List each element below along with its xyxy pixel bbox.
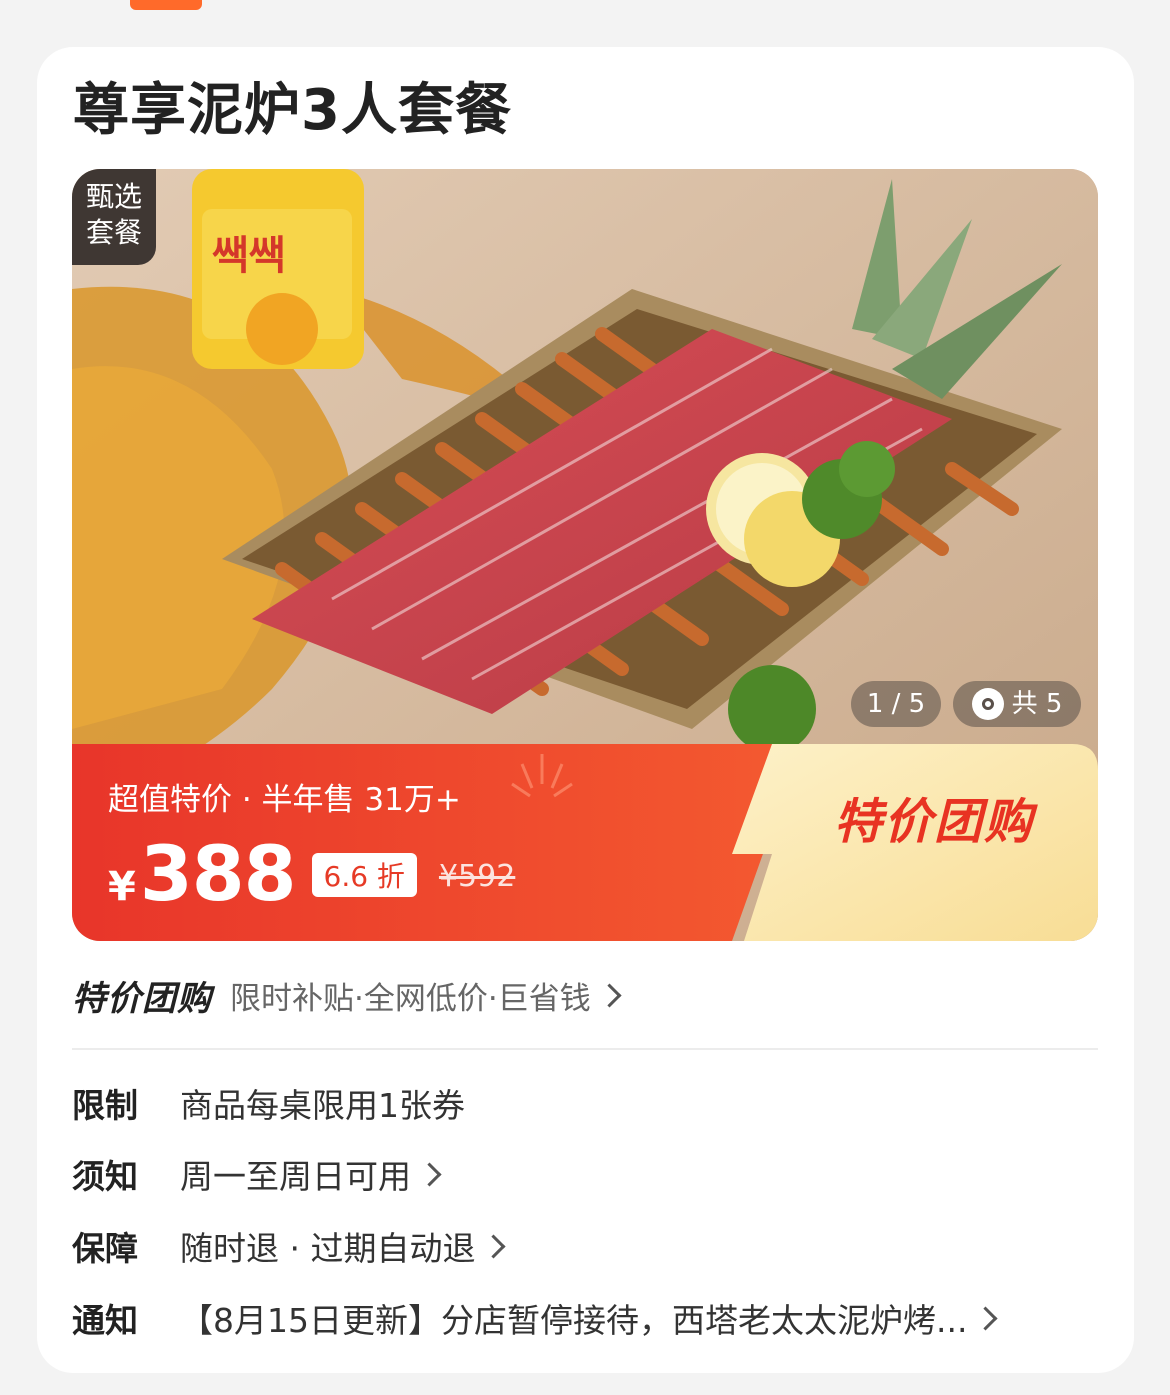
special-group-buy-link[interactable]: 特价团购 限时补贴·全网低价·巨省钱 bbox=[72, 967, 622, 1023]
svg-text:쌕쌕: 쌕쌕 bbox=[212, 233, 286, 279]
photo-album-button[interactable]: 共 5 bbox=[953, 681, 1081, 727]
chevron-right-icon bbox=[597, 982, 622, 1008]
sale-summary: 超值特价 · 半年售 31万+ bbox=[108, 782, 461, 818]
photo-count-label: 共 5 bbox=[1011, 689, 1063, 719]
info-row-notice[interactable]: 须知 周一至周日可用 bbox=[72, 1148, 442, 1200]
info-label: 限制 bbox=[72, 1086, 138, 1125]
discount-badge: 6.6 折 bbox=[311, 853, 417, 897]
chevron-right-icon bbox=[481, 1233, 507, 1259]
chevron-right-icon bbox=[973, 1305, 998, 1331]
info-value: 随时退 · 过期自动退 bbox=[180, 1229, 476, 1268]
info-row-guarantee[interactable]: 保障 随时退 · 过期自动退 bbox=[72, 1220, 507, 1272]
image-counter: 1 / 5 bbox=[851, 681, 941, 727]
chevron-right-icon bbox=[417, 1161, 442, 1187]
featured-set-badge: 甄选 套餐 bbox=[72, 169, 156, 265]
info-value: 周一至周日可用 bbox=[180, 1157, 411, 1196]
deal-title: 尊享泥炉3人套餐 bbox=[73, 78, 512, 143]
deal-card: 尊享泥炉3人套餐 쌕쌕 甄选 套餐 1 / 5 共 5 超值特价 · 半年售 3… bbox=[37, 47, 1134, 1373]
info-row-limit: 限制 商品每桌限用1张券 bbox=[72, 1077, 465, 1129]
special-group-buy-tag: 特价团购 bbox=[834, 794, 1035, 850]
info-value: 商品每桌限用1张券 bbox=[180, 1086, 465, 1125]
badge-text-line2: 套餐 bbox=[85, 216, 142, 249]
current-price: 388 bbox=[139, 829, 297, 918]
promo-description: 限时补贴·全网低价·巨省钱 bbox=[230, 980, 591, 1017]
camera-icon bbox=[971, 688, 1004, 720]
hero-image-carousel[interactable]: 쌕쌕 甄选 套餐 1 / 5 共 5 超值特价 · 半年售 31万+ ¥ 388… bbox=[72, 169, 1098, 941]
currency-symbol: ¥ bbox=[108, 864, 136, 910]
info-label: 保障 bbox=[72, 1229, 138, 1268]
price-banner: 超值特价 · 半年售 31万+ ¥ 388 6.6 折 ¥592 特价团购 bbox=[72, 744, 1098, 941]
info-row-announcement[interactable]: 通知 【8月15日更新】分店暂停接待，西塔老太太泥炉烤... bbox=[72, 1292, 998, 1344]
info-value: 【8月15日更新】分店暂停接待，西塔老太太泥炉烤... bbox=[180, 1301, 968, 1340]
info-label: 须知 bbox=[72, 1157, 138, 1196]
price-row: ¥ 388 6.6 折 ¥592 bbox=[108, 832, 515, 916]
divider bbox=[72, 1048, 1098, 1050]
original-price: ¥592 bbox=[438, 859, 516, 894]
info-label: 通知 bbox=[72, 1301, 138, 1340]
badge-text-line1: 甄选 bbox=[85, 180, 142, 213]
top-tab-indicator bbox=[130, 0, 202, 10]
promo-brand-logo: 特价团购 bbox=[72, 978, 212, 1019]
